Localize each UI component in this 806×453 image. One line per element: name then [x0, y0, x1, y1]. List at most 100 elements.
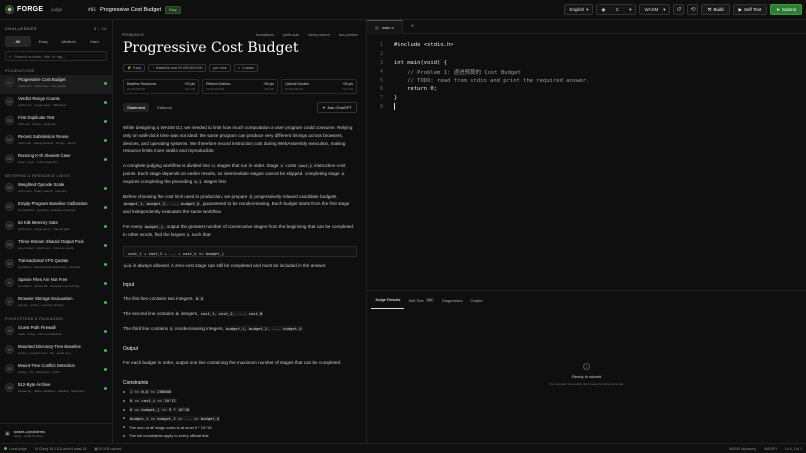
chat-icon: ✦: [322, 105, 326, 110]
problem-number-icon: 04: [5, 135, 14, 144]
sidebar-item[interactable]: 03 First Duplicate Test hash set · strings…: [0, 113, 112, 132]
language-select[interactable]: English ▾: [564, 4, 594, 15]
sidebar-item[interactable]: 14 Mounted Directory-Tree Baseline sorting…: [0, 342, 112, 361]
status-dot: [4, 446, 7, 450]
tier-card: Optimal Solution +30 pts 10,000,000,000 64…: [281, 79, 357, 94]
sidebar-item-text: Browser Storage Evacuation greedy · sorti…: [18, 296, 100, 307]
sidebar-item[interactable]: 12 Browser Storage Evacuation greedy · sor…: [0, 294, 112, 313]
top-bar: ◆ FORGE judge #01 Progressive Cost Budge…: [0, 0, 806, 20]
sidebar-item[interactable]: 15 Mount-Tree Conflict Detection sorting ·…: [0, 361, 112, 380]
compiler-select[interactable]: ◉ C ▾: [596, 4, 637, 15]
tab-editorial[interactable]: Editorial: [153, 103, 175, 112]
brand[interactable]: ◆ FORGE judge: [5, 5, 62, 14]
tag[interactable]: binary-search: [309, 33, 330, 37]
code-line[interactable]: 2: [367, 50, 806, 59]
line-number: 8: [379, 103, 383, 110]
line-text: int main(void) {: [394, 59, 447, 66]
sidebar-item[interactable]: 08 64 KiB Memory Gate prefix sum · range q…: [0, 218, 112, 237]
code-area[interactable]: 1 #include <stdio.h> 2 3 int main(void) {4 /…: [367, 34, 806, 111]
code-line[interactable]: 6 return 0;: [367, 85, 806, 94]
tier-mem: 64.0 KiB: [343, 88, 353, 91]
code-line[interactable]: 5 // TODO: read from stdin and print the…: [367, 76, 806, 85]
tab-judge-results[interactable]: Judge Results: [371, 291, 405, 309]
per-case-chip: per case: [209, 64, 231, 72]
inline-code: i: [279, 163, 285, 169]
difficulty-tabs: All Easy Medium Hard: [5, 36, 107, 47]
constraint-code: 0 <= cost_i <= 10^12: [129, 398, 177, 404]
text: The third line contains: [123, 325, 168, 331]
send-icon: ➤: [776, 6, 780, 12]
sidebar-item[interactable]: 10 Transactional VFS Quotas simulation · t…: [0, 256, 112, 275]
search-input[interactable]: ⌕ Search number, title, or tag...: [5, 51, 107, 61]
line-text: }: [394, 95, 398, 102]
code-line[interactable]: 4 // Problem 1: 递进预算的 Cost Budget: [367, 67, 806, 76]
constraint-code: budget_1 <= budget_2 <= ... <= budget_Q: [129, 415, 221, 421]
line-number: 4: [379, 68, 383, 75]
tag[interactable]: two-pointers: [339, 33, 358, 37]
sidebar-item[interactable]: 09 Three-Stream Shared Output Pool two poi…: [0, 237, 112, 256]
tag[interactable]: prefix-sum: [283, 33, 299, 37]
build-icon: ⚒: [707, 6, 712, 12]
status-dot: [104, 187, 107, 190]
tab-medium[interactable]: Medium: [56, 36, 82, 47]
text: integers,: [180, 311, 199, 317]
inline-code: budget_1, budget_2, ..., budget_Q: [123, 201, 201, 207]
paragraph: For every budget_j, output the greatest …: [123, 223, 357, 239]
ask-chatgpt-button[interactable]: ✦ Ask ChatGPT: [317, 102, 357, 113]
build-button[interactable]: ⚒ Build: [701, 4, 730, 15]
history-button[interactable]: ↺: [673, 4, 685, 15]
problem-number-icon: 11: [5, 278, 14, 287]
results-tabs: Judge Results Self Test 0/1 Diagnostics O…: [367, 291, 806, 309]
code-line[interactable]: 7}: [367, 94, 806, 103]
sidebar-item-label: Sparse Files Are Not Free: [18, 277, 68, 282]
ask-label: Ask ChatGPT: [327, 105, 352, 110]
text: For every: [123, 223, 143, 229]
self-test-button[interactable]: ▶ Self Test: [732, 4, 768, 15]
sidebar-item-text: Verdict Range Counts prefix sum · range q…: [18, 96, 100, 107]
submit-label: Submit: [781, 7, 796, 12]
formula-block: cost_1 + cost_2 + ... + cost_k <= budget…: [123, 245, 357, 257]
sidebar-section-title: METERING & RESOURCE LIMITS: [5, 174, 71, 178]
add-file-button[interactable]: +: [403, 24, 423, 30]
sidebar-item-label: Guest Path Firewall: [18, 325, 56, 330]
sidebar-item[interactable]: 04 Recent Submission Reuse hash map · slid…: [0, 132, 112, 151]
sidebar-item-label: 512-Byte Archive: [18, 382, 51, 387]
reset-icon: ⟲: [690, 7, 696, 13]
tab-diagnostics[interactable]: Diagnostics: [438, 291, 467, 309]
tab-easy[interactable]: Easy: [31, 36, 57, 47]
tab-statement[interactable]: Statement: [123, 103, 150, 112]
sidebar-item[interactable]: 06 Weighted Opcode Scale prefix sum · bina…: [0, 180, 112, 199]
code-line[interactable]: 8: [367, 103, 806, 112]
runtime-select[interactable]: WASM ▾: [639, 4, 671, 15]
status-dot: [104, 244, 107, 247]
tier-mem: 64.0 KiB: [185, 88, 195, 91]
code-line[interactable]: 3 int main(void) {: [367, 59, 806, 68]
tag[interactable]: foundations: [256, 33, 274, 37]
file-tab-main[interactable]: ▤ main.c: [367, 19, 403, 34]
line-number: 2: [379, 51, 383, 58]
submit-button[interactable]: ➤ Submit: [770, 4, 802, 15]
sidebar-item[interactable]: 01 Progressive Cost Budget prefix sum · li…: [0, 75, 112, 94]
code-line[interactable]: 1 #include <stdio.h>: [367, 41, 806, 50]
problem-number-icon: 14: [5, 345, 14, 354]
text: stages first.: [203, 178, 228, 184]
tab-hard[interactable]: Hard: [82, 36, 108, 47]
sidebar-item-tags: greedy · sorting · resource budget: [18, 303, 64, 307]
tab-output[interactable]: Output: [467, 291, 487, 309]
tab-self-test[interactable]: Self Test 0/1: [404, 291, 437, 309]
sidebar-item-tags: prefix sum · range query · bounds gate: [18, 227, 70, 231]
status-dot: [104, 206, 107, 209]
tier-cost: 20,000,000,000: [127, 88, 146, 91]
reset-button[interactable]: ⟲: [687, 4, 699, 15]
sidebar-item[interactable]: 13 Guest Path Firewall stack · string · pa…: [0, 323, 112, 342]
sidebar-item[interactable]: 11 Sparse Files Are Not Free simulation · …: [0, 275, 112, 294]
sidebar-item[interactable]: 02 Verdict Range Counts prefix sum · range…: [0, 94, 112, 113]
sidebar-item[interactable]: 16 512-Byte Archive streaming · offline va…: [0, 380, 112, 399]
sidebar-item[interactable]: 07 Empty-Program Baseline Calibration inte…: [0, 199, 112, 218]
tab-all[interactable]: All: [5, 36, 31, 47]
status-dot: [104, 139, 107, 142]
sidebar-item[interactable]: 05 Running K-th Slowest Case heap · top-k …: [0, 151, 112, 170]
build-label: Build: [713, 7, 724, 12]
output-section: For each budget in order, output one lin…: [118, 359, 362, 367]
inline-code: N Q: [195, 296, 204, 302]
